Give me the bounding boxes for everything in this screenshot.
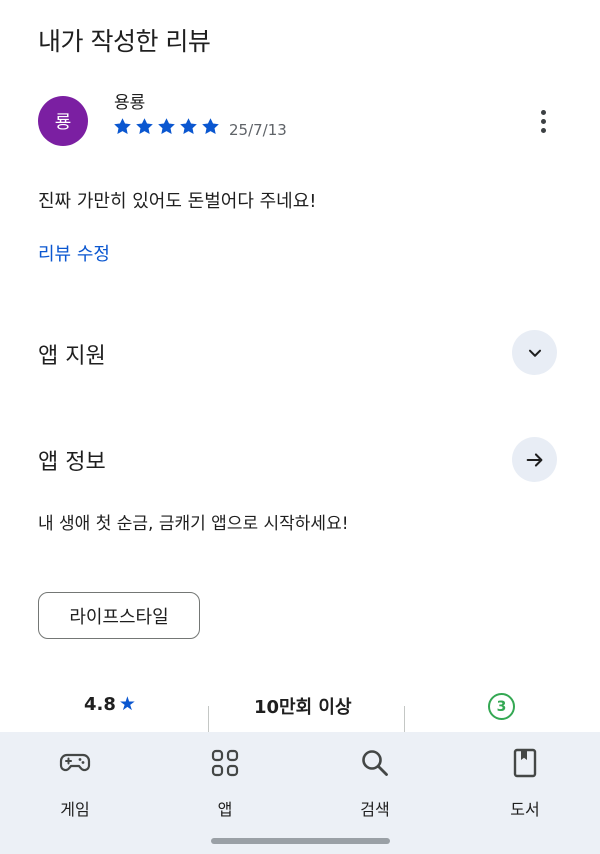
star-icon (136, 118, 153, 135)
nav-label-apps: 앱 (217, 800, 233, 819)
age-rating-badge: 3 (488, 693, 515, 720)
star-icon: ★ (118, 693, 136, 715)
app-support-expand-button[interactable] (512, 330, 557, 375)
book-icon (513, 748, 537, 778)
rating-stat: 4.8 ★ (84, 693, 136, 715)
star-icon (158, 118, 175, 135)
app-info-title[interactable]: 앱 정보 (38, 444, 106, 476)
edit-review-link[interactable]: 리뷰 수정 (38, 240, 110, 266)
nav-item-apps[interactable]: 앱 (180, 746, 270, 820)
review-text: 진짜 가만히 있어도 돈벌어다 주네요! (38, 191, 317, 212)
star-rating (112, 116, 221, 137)
avatar: 룡 (38, 96, 88, 146)
more-vert-icon (540, 109, 546, 115)
app-support-title[interactable]: 앱 지원 (38, 338, 106, 370)
rating-value: 4.8 (84, 693, 116, 715)
category-chip[interactable]: 라이프스타일 (38, 592, 200, 639)
chevron-down-icon (528, 349, 541, 357)
star-icon (114, 118, 131, 135)
home-indicator[interactable] (211, 838, 390, 844)
nav-item-games[interactable]: 게임 (30, 746, 120, 820)
gamepad-icon (59, 753, 91, 772)
page-title: 내가 작성한 리뷰 (38, 27, 211, 56)
app-description: 내 생애 첫 순금, 금캐기 앱으로 시작하세요! (38, 514, 349, 534)
nav-item-search[interactable]: 검색 (330, 746, 420, 820)
apps-grid-icon (211, 749, 239, 777)
search-icon (362, 750, 388, 776)
nav-label-games: 게임 (60, 800, 90, 819)
bottom-navigation: 게임 앱 검색 도서 (0, 732, 600, 854)
nav-item-books[interactable]: 도서 (480, 746, 570, 820)
review-date: 25/7/13 (229, 121, 287, 139)
reviewer-name: 용룡 (114, 93, 146, 113)
nav-label-books: 도서 (510, 800, 540, 819)
nav-label-search: 검색 (360, 800, 390, 819)
app-info-arrow-button[interactable] (512, 437, 557, 482)
downloads-stat: 10만회 이상 (254, 697, 352, 718)
more-options-button[interactable] (528, 104, 558, 138)
arrow-right-icon (526, 452, 542, 467)
avatar-initial: 룡 (54, 112, 72, 133)
star-icon (180, 118, 197, 135)
star-icon (202, 118, 219, 135)
